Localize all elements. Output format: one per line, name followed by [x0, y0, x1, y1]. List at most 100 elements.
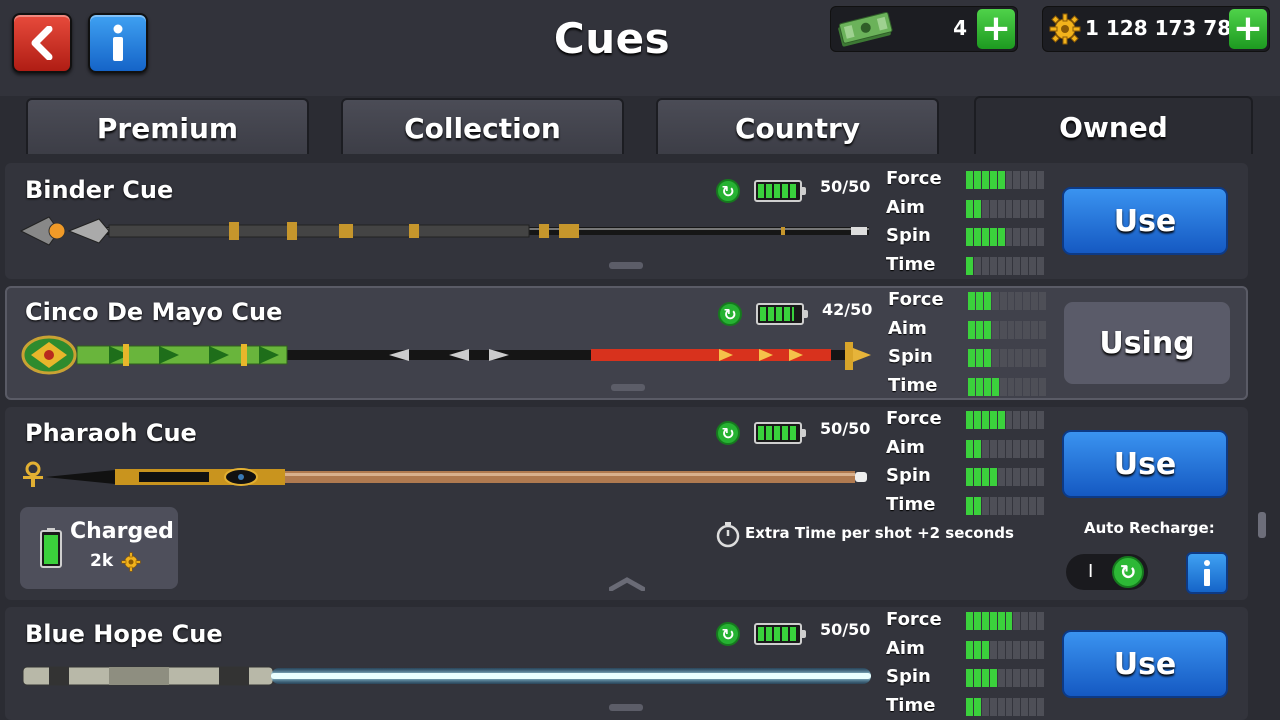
cash-icon — [838, 11, 893, 47]
recharge-icon[interactable]: ↻ — [716, 622, 740, 646]
collapse-chevron-icon[interactable] — [609, 577, 645, 591]
stat-segment — [975, 292, 983, 310]
expand-handle[interactable] — [611, 384, 645, 391]
stat-segment — [981, 669, 989, 687]
back-button[interactable] — [12, 13, 72, 73]
stat-label: Force — [886, 408, 942, 429]
stat-row-time: Time — [888, 375, 1048, 397]
stat-segment — [1037, 439, 1045, 458]
stat-bar — [966, 199, 1045, 218]
stat-segment — [997, 612, 1005, 630]
stat-segment — [989, 468, 997, 486]
use-button[interactable]: Use — [1062, 430, 1228, 498]
stat-label: Aim — [886, 196, 925, 218]
stat-segment — [999, 377, 1007, 396]
recharge-icon[interactable]: ↻ — [718, 302, 742, 326]
use-button[interactable]: Use — [1062, 187, 1228, 255]
stat-segment — [1031, 377, 1039, 396]
stat-bar — [966, 697, 1045, 716]
cue-card-binder[interactable]: Binder Cue ↻ 50/50 Force Aim Spin Time Use — [5, 163, 1248, 279]
tab-premium[interactable]: Premium — [26, 98, 309, 156]
stat-segment — [1029, 256, 1037, 275]
expand-handle[interactable] — [609, 704, 643, 711]
stat-segment — [989, 171, 997, 189]
stat-segment — [1031, 349, 1039, 367]
stat-segment — [1007, 349, 1015, 367]
stat-segment — [973, 669, 981, 687]
coins-counter: 1 128 173 784 + — [1042, 6, 1270, 52]
stat-row-force: Force — [886, 168, 1046, 190]
recharge-icon[interactable]: ↻ — [716, 421, 740, 445]
cash-value: 4 — [953, 16, 967, 40]
recharge-icon[interactable]: ↻ — [716, 179, 740, 203]
stat-segment — [997, 199, 1005, 218]
stat-bar — [968, 292, 1047, 310]
info-button[interactable] — [88, 13, 148, 73]
cue-card-cinco-de-mayo[interactable]: Cinco De Mayo Cue ↻ 42/50 Force Aim Spin Ti… — [5, 286, 1248, 400]
stat-segment — [1037, 496, 1045, 515]
using-button[interactable]: Using — [1064, 302, 1230, 384]
stat-bar — [966, 669, 1045, 687]
stat-segment — [1029, 669, 1037, 687]
stat-segment — [989, 439, 997, 458]
scrollbar-thumb[interactable] — [1258, 512, 1266, 538]
stat-bar — [968, 377, 1047, 396]
battery-icon — [754, 422, 806, 444]
stat-label: Time — [886, 694, 936, 716]
stat-segment — [1005, 669, 1013, 687]
add-coins-button[interactable]: + — [1229, 9, 1267, 49]
stat-segment — [1021, 468, 1029, 486]
stat-segment — [997, 171, 1005, 189]
stat-segment — [981, 439, 989, 458]
charged-box[interactable]: Charged 2k — [20, 507, 178, 589]
stat-segment — [966, 228, 973, 246]
expand-handle[interactable] — [609, 262, 643, 269]
cue-card-pharaoh[interactable]: Pharaoh Cue ↻ 50/50 Force Aim Spin Time Use… — [5, 407, 1248, 600]
stat-segment — [1007, 377, 1015, 396]
stat-segment — [1021, 612, 1029, 630]
stat-segment — [997, 640, 1005, 659]
stat-segment — [1039, 292, 1047, 310]
stat-segment — [1005, 411, 1013, 429]
stat-segment — [1037, 228, 1045, 246]
recharge-icon: ↻ — [1112, 556, 1144, 588]
stat-segment — [1023, 320, 1031, 339]
stat-segment — [973, 171, 981, 189]
stat-segment — [973, 256, 981, 275]
tab-owned[interactable]: Owned — [974, 96, 1253, 156]
use-button[interactable]: Use — [1062, 630, 1228, 698]
stat-segment — [1037, 411, 1045, 429]
stat-segment — [981, 411, 989, 429]
cue-card-blue-hope[interactable]: Blue Hope Cue ↻ 50/50 Force Aim Spin Time U… — [5, 607, 1248, 720]
tab-collection[interactable]: Collection — [341, 98, 624, 156]
stat-segment — [1029, 199, 1037, 218]
stat-segment — [1013, 669, 1021, 687]
extra-info-text: Extra Time per shot +2 seconds — [745, 524, 1014, 542]
stat-segment — [1021, 199, 1029, 218]
stat-segment — [1013, 496, 1021, 515]
auto-recharge-label: Auto Recharge: — [1084, 519, 1215, 537]
stat-segment — [1013, 171, 1021, 189]
stat-segment — [989, 256, 997, 275]
stat-segment — [997, 468, 1005, 486]
auto-recharge-toggle[interactable]: I ↻ — [1066, 554, 1148, 590]
stat-segment — [981, 199, 989, 218]
stat-segment — [1013, 228, 1021, 246]
tab-country[interactable]: Country — [656, 98, 939, 156]
stat-segment — [968, 349, 975, 367]
toggle-label: I — [1088, 561, 1094, 582]
stat-bar — [966, 171, 1045, 189]
battery-fill — [760, 307, 794, 321]
stat-segment — [981, 697, 989, 716]
stat-segment — [1007, 320, 1015, 339]
stat-segment — [1015, 349, 1023, 367]
stat-segment — [973, 612, 981, 630]
auto-recharge-info-button[interactable] — [1186, 552, 1228, 594]
add-cash-button[interactable]: + — [977, 9, 1015, 49]
binder-cue-image — [19, 216, 869, 246]
charge-value: 42/50 — [822, 300, 873, 319]
stat-segment — [1037, 669, 1045, 687]
battery-icon — [754, 180, 806, 202]
stat-segment — [989, 669, 997, 687]
coin-gear-icon — [121, 552, 141, 572]
